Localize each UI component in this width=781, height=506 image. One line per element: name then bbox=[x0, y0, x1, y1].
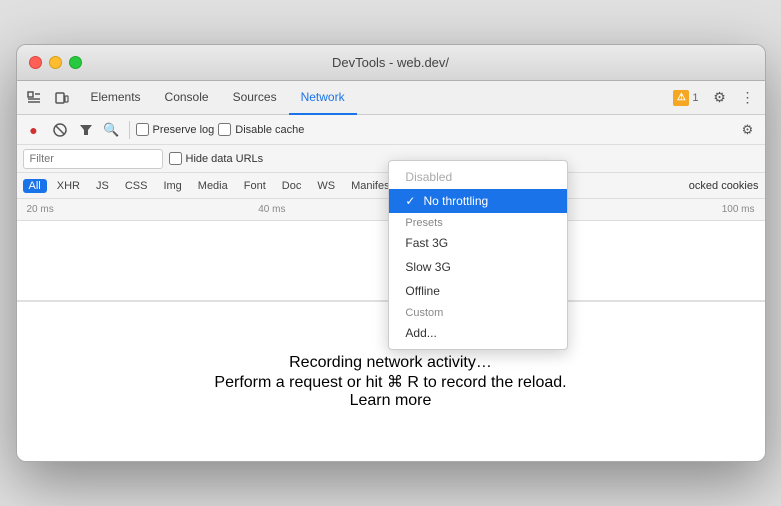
tab-sources[interactable]: Sources bbox=[221, 81, 289, 115]
titlebar: DevTools - web.dev/ bbox=[17, 45, 765, 81]
window-title: DevTools - web.dev/ bbox=[332, 55, 449, 70]
filter-icon[interactable] bbox=[75, 119, 97, 141]
preserve-log-checkbox[interactable] bbox=[136, 123, 149, 136]
warning-icon: ⚠ bbox=[673, 90, 689, 106]
empty-state-line1: Recording network activity… bbox=[289, 354, 492, 372]
disable-cache-checkbox[interactable] bbox=[218, 123, 231, 136]
throttle-option-add[interactable]: ✓ Add... bbox=[389, 321, 567, 345]
more-icon[interactable]: ⋮ bbox=[735, 85, 761, 111]
disable-cache-label[interactable]: Disable cache bbox=[218, 123, 304, 136]
type-filter-font[interactable]: Font bbox=[238, 179, 272, 193]
device-icon[interactable] bbox=[49, 85, 75, 111]
throttle-option-slow3g[interactable]: ✓ Slow 3G bbox=[389, 255, 567, 279]
type-filter-all[interactable]: All bbox=[23, 179, 47, 193]
type-filter-ws[interactable]: WS bbox=[311, 179, 341, 193]
warning-badge[interactable]: ⚠ 1 bbox=[667, 88, 704, 108]
record-button[interactable]: ● bbox=[23, 119, 45, 141]
dropdown-custom-header: Custom bbox=[389, 303, 567, 321]
empty-state-line2: Perform a request or hit ⌘ R to record t… bbox=[214, 372, 566, 392]
type-filter-media[interactable]: Media bbox=[192, 179, 234, 193]
timeline-mark-4: 100 ms bbox=[722, 204, 755, 215]
throttle-settings-icon[interactable]: ⚙ bbox=[736, 119, 758, 141]
blocked-cookies-text: ocked cookies bbox=[689, 180, 759, 192]
filter-input[interactable] bbox=[23, 149, 163, 169]
type-filter-js[interactable]: JS bbox=[90, 179, 115, 193]
main-tabs: Elements Console Sources Network bbox=[79, 81, 668, 115]
hide-data-urls-label[interactable]: Hide data URLs bbox=[169, 152, 264, 165]
tab-network[interactable]: Network bbox=[289, 81, 357, 115]
hide-data-urls-checkbox[interactable] bbox=[169, 152, 182, 165]
timeline-mark-1: 20 ms bbox=[27, 204, 54, 215]
dropdown-presets-header: Presets bbox=[389, 213, 567, 231]
check-icon: ✓ bbox=[405, 194, 415, 208]
devtools-left-icons bbox=[21, 85, 75, 111]
type-filter-doc[interactable]: Doc bbox=[276, 179, 308, 193]
right-icons: ⚠ 1 ⚙ ⋮ bbox=[667, 85, 760, 111]
throttle-option-no-throttling[interactable]: ✓ No throttling bbox=[389, 189, 567, 213]
throttle-option-fast3g[interactable]: ✓ Fast 3G bbox=[389, 231, 567, 255]
separator-1 bbox=[129, 121, 130, 139]
settings-icon[interactable]: ⚙ bbox=[707, 85, 733, 111]
tab-console[interactable]: Console bbox=[153, 81, 221, 115]
maximize-button[interactable] bbox=[69, 56, 82, 69]
type-filter-img[interactable]: Img bbox=[157, 179, 187, 193]
close-button[interactable] bbox=[29, 56, 42, 69]
throttle-dropdown: Disabled ✓ No throttling Presets ✓ Fast … bbox=[388, 160, 568, 350]
search-icon[interactable]: 🔍 bbox=[101, 119, 123, 141]
learn-more-link[interactable]: Learn more bbox=[350, 392, 432, 410]
throttle-option-offline[interactable]: ✓ Offline bbox=[389, 279, 567, 303]
type-filter-xhr[interactable]: XHR bbox=[51, 179, 86, 193]
devtools-tabbar: Elements Console Sources Network ⚠ 1 ⚙ ⋮ bbox=[17, 81, 765, 115]
devtools-window: DevTools - web.dev/ Elements bbox=[16, 44, 766, 462]
traffic-lights bbox=[29, 56, 82, 69]
dropdown-disabled-label: Disabled bbox=[389, 165, 567, 189]
minimize-button[interactable] bbox=[49, 56, 62, 69]
stop-button[interactable] bbox=[49, 119, 71, 141]
timeline-mark-2: 40 ms bbox=[258, 204, 285, 215]
tab-elements[interactable]: Elements bbox=[79, 81, 153, 115]
inspect-icon[interactable] bbox=[21, 85, 47, 111]
type-filter-css[interactable]: CSS bbox=[119, 179, 154, 193]
preserve-log-label[interactable]: Preserve log bbox=[136, 123, 215, 136]
network-toolbar: ● 🔍 Preserve log Disable cache Disabled bbox=[17, 115, 765, 145]
